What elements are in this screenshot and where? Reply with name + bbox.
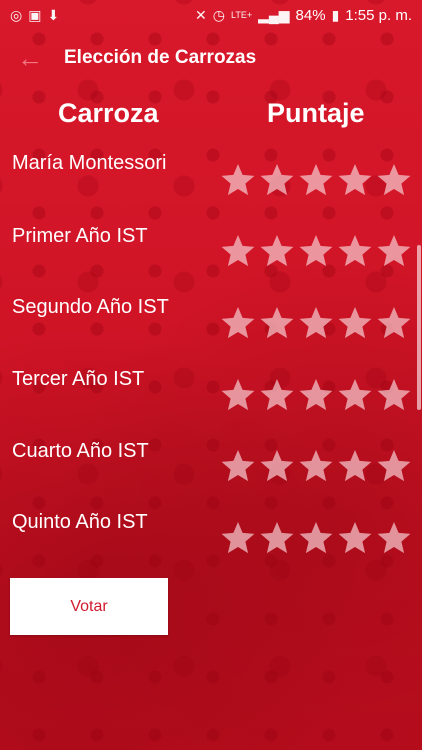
screen: ◎ ▣ ⬇ ✕ ◷ LTE+ ▂▄▆ 84% ▮ 1:55 p. m. ← El… bbox=[0, 0, 422, 750]
star-icon[interactable] bbox=[220, 448, 256, 484]
scrollbar[interactable] bbox=[417, 245, 421, 410]
carroza-name: Segundo Año IST bbox=[12, 296, 169, 318]
star-icon[interactable] bbox=[337, 305, 373, 341]
star-rating[interactable] bbox=[220, 377, 412, 413]
star-rating[interactable] bbox=[220, 520, 412, 556]
star-icon[interactable] bbox=[220, 520, 256, 556]
star-icon[interactable] bbox=[376, 233, 412, 269]
table-header: Carroza Puntaje bbox=[0, 98, 422, 138]
star-icon[interactable] bbox=[220, 162, 256, 198]
star-icon[interactable] bbox=[337, 162, 373, 198]
star-icon[interactable] bbox=[298, 520, 334, 556]
star-icon[interactable] bbox=[376, 448, 412, 484]
carroza-name: Primer Año IST bbox=[12, 225, 148, 247]
star-icon[interactable] bbox=[298, 448, 334, 484]
star-icon[interactable] bbox=[259, 233, 295, 269]
star-icon[interactable] bbox=[298, 233, 334, 269]
star-icon[interactable] bbox=[337, 448, 373, 484]
carroza-name: Tercer Año IST bbox=[12, 368, 145, 390]
list-item: Quinto Año IST bbox=[0, 0, 422, 554]
star-icon[interactable] bbox=[220, 305, 256, 341]
star-icon[interactable] bbox=[259, 448, 295, 484]
star-rating[interactable] bbox=[220, 305, 412, 341]
star-icon[interactable] bbox=[220, 377, 256, 413]
star-icon[interactable] bbox=[259, 520, 295, 556]
star-icon[interactable] bbox=[220, 233, 256, 269]
star-icon[interactable] bbox=[337, 520, 373, 556]
column-header-puntaje: Puntaje bbox=[267, 98, 365, 128]
star-icon[interactable] bbox=[259, 162, 295, 198]
star-icon[interactable] bbox=[376, 377, 412, 413]
star-icon[interactable] bbox=[376, 162, 412, 198]
star-icon[interactable] bbox=[298, 162, 334, 198]
star-icon[interactable] bbox=[298, 305, 334, 341]
carroza-name: María Montessori bbox=[12, 152, 167, 174]
star-icon[interactable] bbox=[337, 377, 373, 413]
vote-button[interactable]: Votar bbox=[10, 578, 168, 635]
column-header-carroza: Carroza bbox=[58, 98, 159, 128]
star-rating[interactable] bbox=[220, 162, 412, 198]
carroza-name: Quinto Año IST bbox=[12, 511, 148, 533]
star-icon[interactable] bbox=[259, 305, 295, 341]
star-icon[interactable] bbox=[298, 377, 334, 413]
star-icon[interactable] bbox=[337, 233, 373, 269]
star-icon[interactable] bbox=[259, 377, 295, 413]
star-icon[interactable] bbox=[376, 520, 412, 556]
carroza-name: Cuarto Año IST bbox=[12, 440, 149, 462]
star-icon[interactable] bbox=[376, 305, 412, 341]
star-rating[interactable] bbox=[220, 233, 412, 269]
star-rating[interactable] bbox=[220, 448, 412, 484]
